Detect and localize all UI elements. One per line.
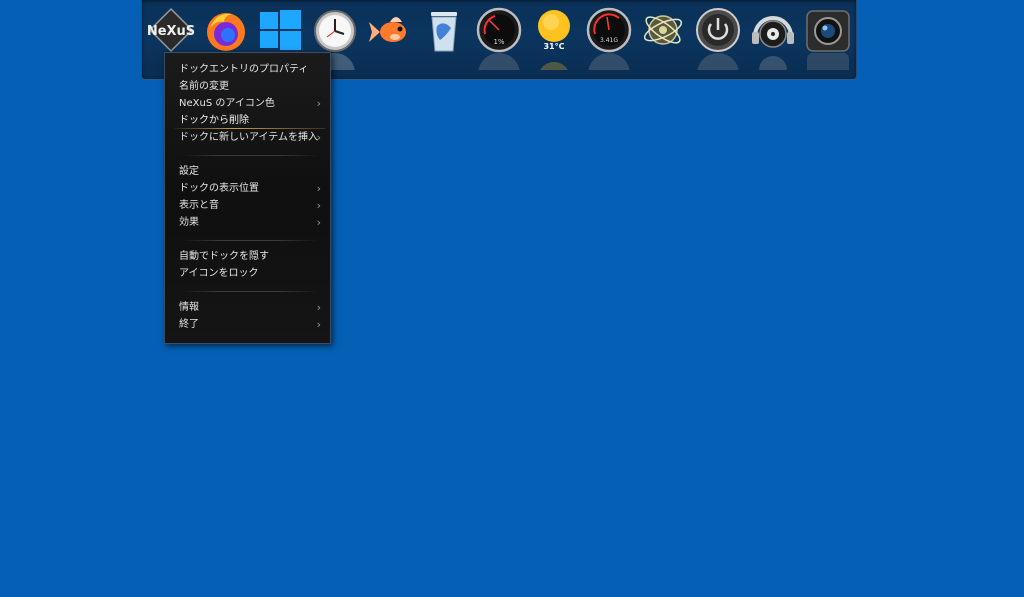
menu-item-label: 情報	[179, 302, 199, 313]
menu-item-label: 終了	[179, 319, 199, 330]
network-globe-icon[interactable]	[639, 6, 687, 54]
submenu-arrow-icon: ›	[316, 301, 321, 314]
menu-item-dock-position[interactable]: ドックの表示位置 ›	[165, 180, 330, 197]
submenu-arrow-icon: ›	[316, 182, 321, 195]
menu-item-remove-from-dock[interactable]: ドックから削除	[165, 112, 330, 129]
menu-item-insert-new-item[interactable]: ドックに新しいアイテムを挿入 ›	[165, 129, 330, 146]
menu-item-effects[interactable]: 効果 ›	[165, 214, 330, 231]
dock-context-menu: ドックエントリのプロパティ 名前の変更 NeXuS のアイコン色 › ドックから削…	[164, 52, 331, 344]
menu-item-display-and-sound[interactable]: 表示と音 ›	[165, 197, 330, 214]
menu-item-label: アイコンをロック	[179, 268, 259, 279]
menu-separator	[179, 155, 319, 156]
cpu-meter-label: 1%	[493, 38, 504, 46]
menu-item-icon-color[interactable]: NeXuS のアイコン色 ›	[165, 95, 330, 112]
firefox-icon[interactable]	[202, 6, 250, 54]
menu-separator	[179, 240, 319, 241]
menu-item-label: 自動でドックを隠す	[179, 251, 269, 262]
submenu-arrow-icon: ›	[316, 131, 321, 144]
weather-temperature: 31°C	[543, 42, 564, 51]
menu-item-label: NeXuS のアイコン色	[179, 98, 275, 109]
cpu-meter-icon[interactable]: 1%	[475, 6, 523, 54]
menu-separator	[179, 291, 319, 292]
camera-icon[interactable]	[804, 6, 852, 54]
weather-icon[interactable]: 31°C	[530, 6, 578, 54]
memory-meter-label: 3.41G	[600, 37, 618, 44]
submenu-arrow-icon: ›	[316, 318, 321, 331]
submenu-arrow-icon: ›	[316, 216, 321, 229]
nexus-logo-text: NeXuS	[147, 24, 195, 39]
menu-item-settings[interactable]: 設定	[165, 163, 330, 180]
menu-item-exit[interactable]: 終了 ›	[165, 316, 330, 333]
menu-item-rename[interactable]: 名前の変更	[165, 78, 330, 95]
menu-item-auto-hide-dock[interactable]: 自動でドックを隠す	[165, 248, 330, 265]
menu-item-label: ドックの表示位置	[179, 183, 259, 194]
submenu-arrow-icon: ›	[316, 97, 321, 110]
nexus-logo-icon[interactable]: NeXuS	[147, 6, 195, 54]
recycle-bin-icon[interactable]	[420, 6, 468, 54]
menu-item-lock-icons[interactable]: アイコンをロック	[165, 265, 330, 282]
windows-icon[interactable]	[256, 6, 304, 54]
clock-icon[interactable]	[311, 6, 359, 54]
menu-item-label: 効果	[179, 217, 199, 228]
menu-item-info[interactable]: 情報 ›	[165, 299, 330, 316]
menu-item-label: ドックから削除	[179, 115, 249, 126]
menu-item-label: 設定	[179, 166, 199, 177]
menu-item-dock-entry-properties[interactable]: ドックエントリのプロパティ	[165, 61, 330, 78]
power-icon[interactable]	[694, 6, 742, 54]
memory-meter-icon[interactable]: 3.41G	[585, 6, 633, 54]
menu-item-label: 表示と音	[179, 200, 219, 211]
menu-item-label: ドックに新しいアイテムを挿入	[179, 132, 318, 143]
submenu-arrow-icon: ›	[316, 199, 321, 212]
goldfish-icon[interactable]	[366, 6, 414, 54]
menu-item-label: ドックエントリのプロパティ	[179, 64, 309, 75]
audio-headphones-icon[interactable]	[749, 6, 797, 54]
menu-item-label: 名前の変更	[179, 81, 229, 92]
